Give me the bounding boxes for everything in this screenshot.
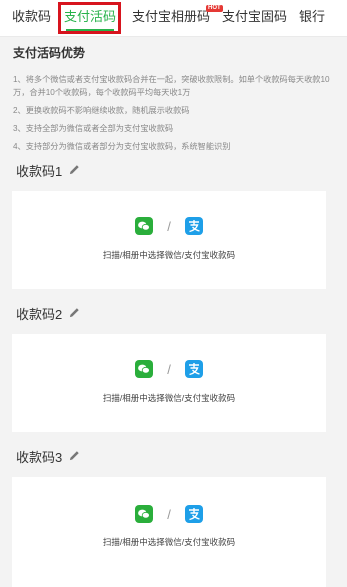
tab-highlight-box <box>58 2 121 34</box>
tab-label: 支付宝相册码 <box>132 9 211 24</box>
collect-code-section: 收款码2 / 扫描/相册中选择微信/支付宝收款码 <box>0 304 347 432</box>
upload-instruction: 扫描/相册中选择微信/支付宝收款码 <box>102 393 236 403</box>
tab-label: 收款码 <box>12 9 52 24</box>
section-header: 收款码2 <box>0 304 347 324</box>
section-title: 收款码1 <box>16 164 63 179</box>
qr-upload-card[interactable]: / 扫描/相册中选择微信/支付宝收款码 <box>12 191 326 289</box>
intro-item: 1、将多个微信或者支付宝收款码合并在一起，突破收款限制。如单个收款码每天收款10… <box>13 75 330 97</box>
pencil-icon[interactable] <box>69 450 80 461</box>
pay-icons-row: / <box>12 217 326 235</box>
intro-list: 1、将多个微信或者支付宝收款码合并在一起，突破收款限制。如单个收款码每天收款10… <box>13 73 335 153</box>
pay-icons-row: / <box>12 360 326 378</box>
collect-code-section: 收款码3 / 扫描/相册中选择微信/支付宝收款码 <box>0 447 347 587</box>
intro-title: 支付活码优势 <box>13 46 86 60</box>
intro-item: 2、更换收款码不影响继续收款，随机展示收款码 <box>13 106 190 115</box>
wechat-icon <box>134 360 153 378</box>
collect-code-section: 收款码1 / 扫描/相册中选择微信/支付宝收款码 <box>0 161 347 289</box>
tab-label: 银行 <box>299 9 326 24</box>
pencil-icon[interactable] <box>69 307 80 318</box>
section-title: 收款码2 <box>16 307 63 322</box>
intro-panel: 支付活码优势 1、将多个微信或者支付宝收款码合并在一起，突破收款限制。如单个收款… <box>13 44 335 158</box>
upload-instruction: 扫描/相册中选择微信/支付宝收款码 <box>102 537 236 547</box>
upload-instruction: 扫描/相册中选择微信/支付宝收款码 <box>102 250 236 260</box>
alipay-icon <box>185 360 204 378</box>
tab-collect-code[interactable]: 收款码 <box>12 0 51 36</box>
alipay-icon <box>185 217 204 235</box>
wechat-icon <box>134 217 153 235</box>
hot-badge: HOT <box>206 5 223 12</box>
section-header: 收款码1 <box>0 161 347 181</box>
pencil-icon[interactable] <box>69 164 80 175</box>
tab-alipay-album-code[interactable]: 支付宝相册码 <box>132 0 210 36</box>
tab-label: 支付宝固码 <box>222 9 288 24</box>
pay-icons-row: / <box>12 505 326 523</box>
section-header: 收款码3 <box>0 447 347 467</box>
separator: / <box>167 506 171 522</box>
section-title: 收款码3 <box>16 450 63 465</box>
wechat-icon <box>134 505 153 523</box>
intro-item: 3、支持全部为微信或者全部为支付宝收款码 <box>13 124 174 133</box>
qr-upload-card[interactable]: / 扫描/相册中选择微信/支付宝收款码 <box>12 334 326 432</box>
tab-alipay-fixed-code[interactable]: 支付宝固码 <box>222 0 287 36</box>
separator: / <box>167 361 171 377</box>
tab-bar: 收款码 支付活码 支付宝相册码 HOT 支付宝固码 银行 <box>0 0 347 37</box>
alipay-icon <box>185 505 204 523</box>
separator: / <box>167 218 171 234</box>
tab-bank[interactable]: 银行 <box>299 0 325 36</box>
qr-upload-card[interactable]: / 扫描/相册中选择微信/支付宝收款码 <box>12 477 326 587</box>
intro-item: 4、支持部分为微信或者部分为支付宝收款码，系统智能识别 <box>13 142 231 151</box>
